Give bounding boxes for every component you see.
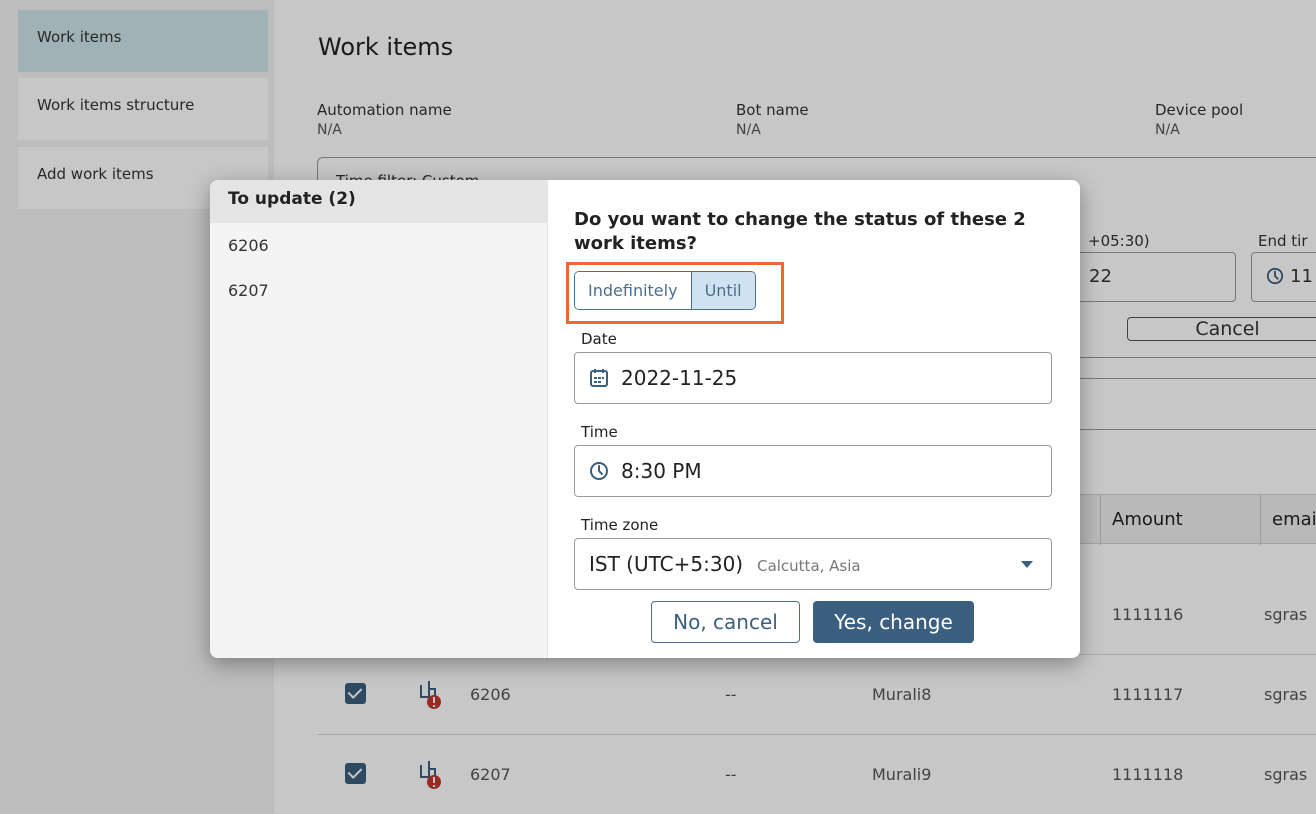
indefinitely-option[interactable]: Indefinitely bbox=[575, 272, 691, 309]
time-label: Time bbox=[581, 423, 618, 441]
change-status-dialog: To update (2) 6206 6207 Do you want to c… bbox=[210, 180, 1080, 658]
calendar-icon bbox=[590, 369, 608, 387]
until-option[interactable]: Until bbox=[690, 272, 755, 309]
status-form: Do you want to change the status of thes… bbox=[548, 180, 1080, 658]
date-label: Date bbox=[581, 330, 617, 348]
date-input[interactable]: 2022-11-25 bbox=[574, 352, 1052, 404]
clock-icon bbox=[590, 462, 608, 480]
chevron-down-icon bbox=[1021, 561, 1033, 568]
time-input[interactable]: 8:30 PM bbox=[574, 445, 1052, 497]
no-cancel-button[interactable]: No, cancel bbox=[651, 601, 800, 643]
update-list-item: 6207 bbox=[228, 281, 269, 300]
yes-change-button[interactable]: Yes, change bbox=[813, 601, 974, 643]
update-list-item: 6206 bbox=[228, 236, 269, 255]
update-list-panel: To update (2) 6206 6207 bbox=[210, 180, 548, 658]
timezone-label: Time zone bbox=[581, 516, 659, 534]
duration-toggle: Indefinitely Until bbox=[574, 271, 756, 310]
time-value: 8:30 PM bbox=[621, 459, 702, 483]
timezone-value: IST (UTC+5:30) bbox=[589, 552, 744, 576]
work-items-screen: Work items Work items structure Add work… bbox=[0, 0, 1316, 814]
update-list-title: To update (2) bbox=[210, 180, 548, 223]
timezone-subtext: Calcutta, Asia bbox=[757, 557, 861, 575]
timezone-select[interactable]: IST (UTC+5:30) Calcutta, Asia bbox=[574, 538, 1052, 590]
date-value: 2022-11-25 bbox=[621, 366, 738, 390]
dialog-question: Do you want to change the status of thes… bbox=[574, 209, 1026, 254]
